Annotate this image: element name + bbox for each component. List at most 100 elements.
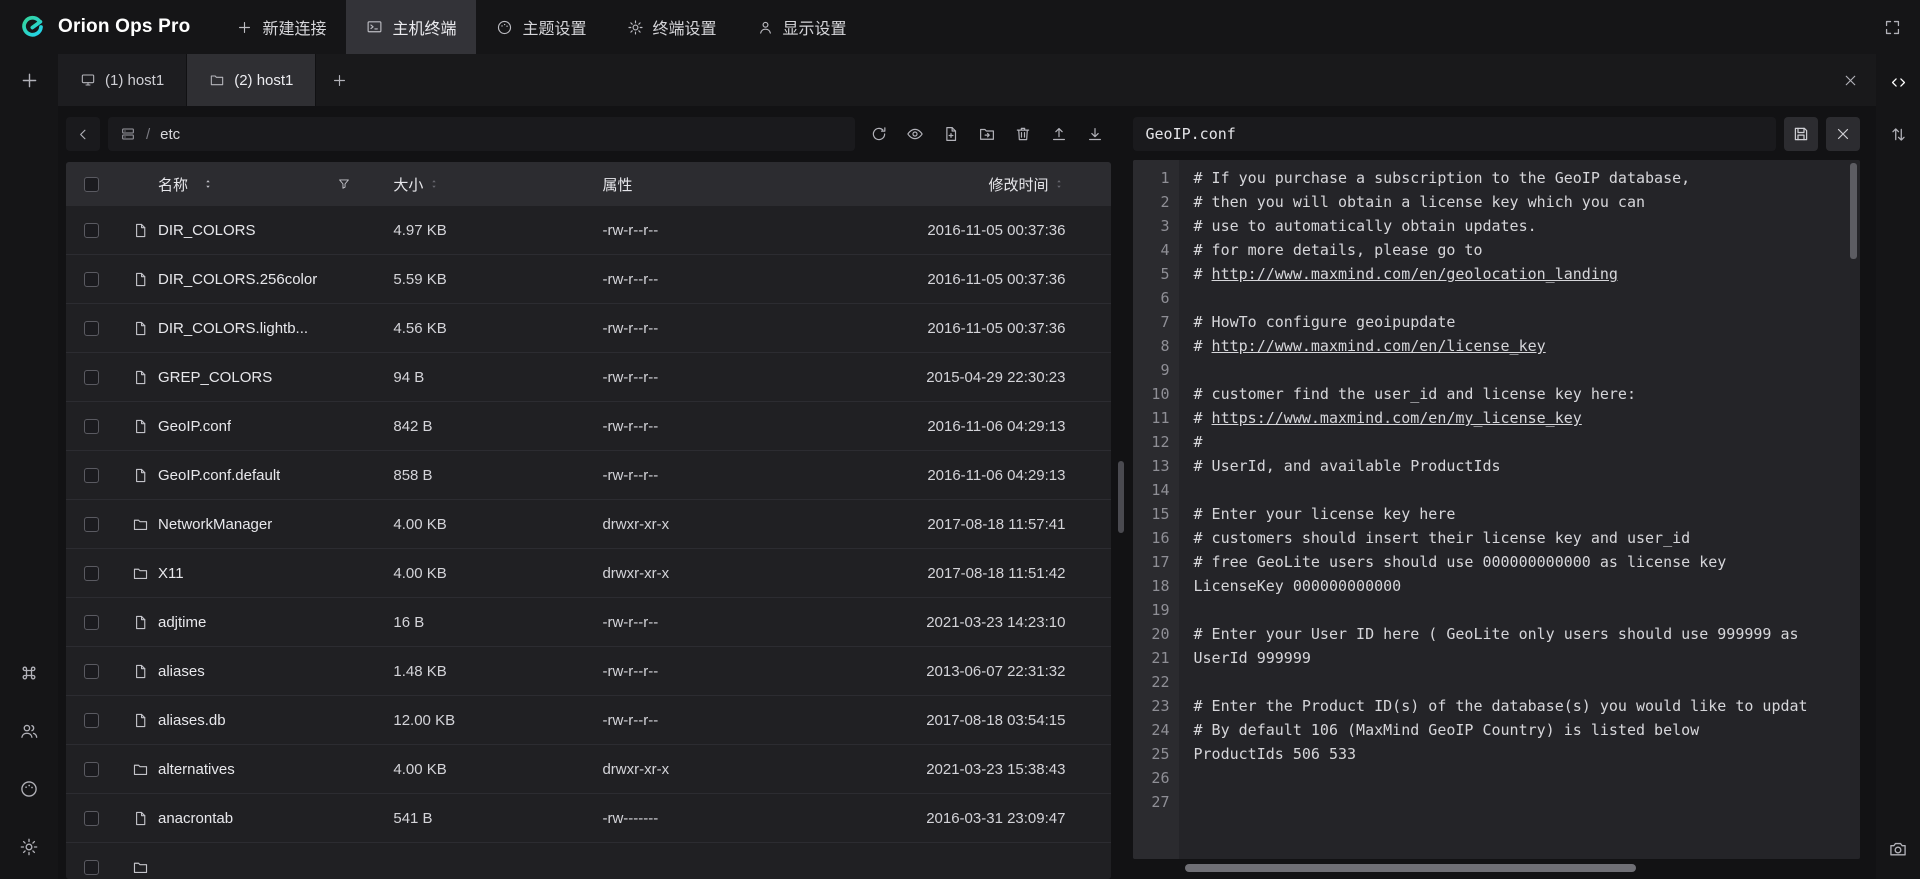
menu-item-display-settings[interactable]: 显示设置 xyxy=(737,0,867,54)
users-button[interactable] xyxy=(13,715,45,747)
new-file-button[interactable] xyxy=(935,118,967,150)
file-table-scrollbar[interactable] xyxy=(1118,461,1124,533)
row-checkbox[interactable] xyxy=(84,419,99,434)
file-manager-panel: / etc 名称 大小属性 修改时间 DIR_COLORS4.97 KB-rw-r-… xyxy=(66,116,1111,879)
column-header-size[interactable]: 大小 xyxy=(377,174,586,195)
file-row[interactable]: aliases.db12.00 KB-rw-r--r--2017-08-18 0… xyxy=(66,696,1111,745)
row-checkbox[interactable] xyxy=(84,664,99,679)
code-link[interactable]: http://www.maxmind.com/en/license_key xyxy=(1212,337,1546,355)
file-row[interactable]: GeoIP.conf842 B-rw-r--r--2016-11-06 04:2… xyxy=(66,402,1111,451)
row-checkbox[interactable] xyxy=(84,223,99,238)
code-line: # free GeoLite users should use 00000000… xyxy=(1193,550,1860,574)
preview-button[interactable] xyxy=(899,118,931,150)
file-size: 94 B xyxy=(377,369,586,386)
file-name: GeoIP.conf xyxy=(158,418,231,435)
back-button[interactable] xyxy=(66,117,100,151)
menu-item-terminal-settings[interactable]: 终端设置 xyxy=(607,0,737,54)
select-all-checkbox[interactable] xyxy=(84,177,99,192)
add-connection-button[interactable] xyxy=(13,64,45,96)
row-checkbox[interactable] xyxy=(84,566,99,581)
delete-button[interactable] xyxy=(1007,118,1039,150)
theme-button[interactable] xyxy=(13,773,45,805)
file-mtime: 2021-03-23 14:23:10 xyxy=(869,614,1112,631)
row-checkbox[interactable] xyxy=(84,713,99,728)
editor-view-button[interactable] xyxy=(1882,66,1914,98)
line-number: 23 xyxy=(1133,694,1169,718)
left-sidebar xyxy=(0,54,58,879)
tab-1-host1[interactable]: (1) host1 xyxy=(58,54,187,106)
menu-item-theme-settings[interactable]: 主题设置 xyxy=(476,0,606,54)
row-checkbox[interactable] xyxy=(84,762,99,777)
line-number: 16 xyxy=(1133,526,1169,550)
row-checkbox[interactable] xyxy=(84,860,99,875)
row-checkbox[interactable] xyxy=(84,321,99,336)
breadcrumb[interactable]: / etc xyxy=(108,117,855,151)
palette-icon xyxy=(19,779,39,799)
file-icon xyxy=(132,222,149,239)
file-row[interactable]: anacrontab541 B-rw-------2016-03-31 23:0… xyxy=(66,794,1111,843)
close-tab-button[interactable] xyxy=(1834,64,1866,96)
row-checkbox[interactable] xyxy=(84,811,99,826)
close-icon xyxy=(1842,72,1859,89)
commands-button[interactable] xyxy=(13,657,45,689)
file-row[interactable]: DIR_COLORS.lightb...4.56 KB-rw-r--r--201… xyxy=(66,304,1111,353)
line-number: 2 xyxy=(1133,190,1169,214)
editor-vertical-scrollbar[interactable] xyxy=(1850,163,1857,259)
file-row[interactable] xyxy=(66,843,1111,879)
file-row[interactable]: DIR_COLORS.256color5.59 KB-rw-r--r--2016… xyxy=(66,255,1111,304)
file-row[interactable]: GeoIP.conf.default858 B-rw-r--r--2016-11… xyxy=(66,451,1111,500)
settings-button[interactable] xyxy=(13,831,45,863)
column-label: 名称 xyxy=(158,174,188,195)
sort-lines-button[interactable] xyxy=(1882,118,1914,150)
file-row[interactable]: DIR_COLORS4.97 KB-rw-r--r--2016-11-05 00… xyxy=(66,206,1111,255)
menu-item-label: 显示设置 xyxy=(783,15,847,39)
tabbar-spacer xyxy=(362,54,1834,106)
filter-icon xyxy=(337,177,351,191)
row-checkbox[interactable] xyxy=(84,468,99,483)
line-number: 19 xyxy=(1133,598,1169,622)
move-file-button[interactable] xyxy=(971,118,1003,150)
screenshot-button[interactable] xyxy=(1882,833,1914,865)
editor-horizontal-scrollbar[interactable] xyxy=(1185,864,1635,872)
close-editor-button[interactable] xyxy=(1826,117,1860,151)
refresh-button[interactable] xyxy=(863,118,895,150)
row-checkbox[interactable] xyxy=(84,517,99,532)
upload-icon xyxy=(1050,125,1068,143)
new-tab-button[interactable] xyxy=(316,54,362,106)
column-header-name[interactable]: 名称 xyxy=(116,174,377,195)
editor-code-area[interactable]: # If you purchase a subscription to the … xyxy=(1179,160,1860,859)
column-label: 属性 xyxy=(602,174,632,195)
file-icon xyxy=(132,418,149,435)
row-checkbox[interactable] xyxy=(84,370,99,385)
file-attrs: -rw-r--r-- xyxy=(586,369,868,386)
file-mtime: 2017-08-18 11:57:41 xyxy=(869,516,1112,533)
left-sidebar-bottom xyxy=(13,657,45,863)
column-header-mtime[interactable]: 修改时间 xyxy=(869,174,1112,195)
fullscreen-button[interactable] xyxy=(1876,11,1908,43)
line-number: 20 xyxy=(1133,622,1169,646)
download-button[interactable] xyxy=(1079,118,1111,150)
file-row[interactable]: NetworkManager4.00 KBdrwxr-xr-x2017-08-1… xyxy=(66,500,1111,549)
file-icon xyxy=(132,810,149,827)
upload-button[interactable] xyxy=(1043,118,1075,150)
file-row[interactable]: alternatives4.00 KBdrwxr-xr-x2021-03-23 … xyxy=(66,745,1111,794)
tab-2-host1[interactable]: (2) host1 xyxy=(187,54,316,106)
file-icon xyxy=(132,369,149,386)
folder-icon xyxy=(209,72,225,88)
save-button[interactable] xyxy=(1784,117,1818,151)
code-link[interactable]: http://www.maxmind.com/en/geolocation_la… xyxy=(1212,265,1618,283)
gear-icon xyxy=(19,837,39,857)
row-checkbox[interactable] xyxy=(84,615,99,630)
file-row[interactable]: aliases1.48 KB-rw-r--r--2013-06-07 22:31… xyxy=(66,647,1111,696)
file-row[interactable]: X114.00 KBdrwxr-xr-x2017-08-18 11:51:42 xyxy=(66,549,1111,598)
code-line: # Enter the Product ID(s) of the databas… xyxy=(1193,694,1860,718)
file-row[interactable]: GREP_COLORS94 B-rw-r--r--2015-04-29 22:3… xyxy=(66,353,1111,402)
right-sidebar-bottom xyxy=(1882,833,1914,865)
file-name: anacrontab xyxy=(158,810,233,827)
row-checkbox[interactable] xyxy=(84,272,99,287)
code-link[interactable]: https://www.maxmind.com/en/my_license_ke… xyxy=(1212,409,1582,427)
code-line xyxy=(1193,790,1860,814)
file-row[interactable]: adjtime16 B-rw-r--r--2021-03-23 14:23:10 xyxy=(66,598,1111,647)
menu-item-host-terminal[interactable]: 主机终端 xyxy=(346,0,476,54)
menu-item-new-connection[interactable]: 新建连接 xyxy=(216,0,346,54)
